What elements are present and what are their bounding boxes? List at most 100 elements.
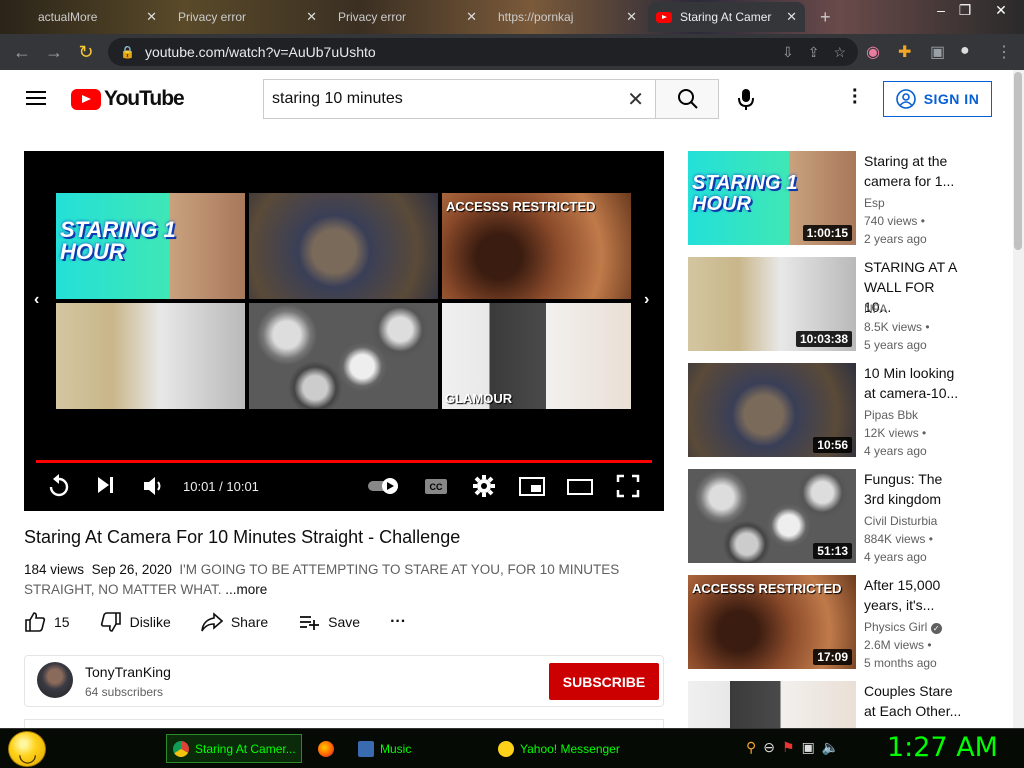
browser-tab[interactable]: https://pornkaj ✕: [490, 2, 645, 32]
browser-tab[interactable]: Privacy error ✕: [170, 2, 325, 32]
endscreen-video-tile[interactable]: GLAMOUR: [442, 303, 631, 409]
progress-bar[interactable]: [36, 460, 652, 463]
like-count: 15: [54, 614, 70, 630]
taskbar-item-music[interactable]: Music: [352, 734, 488, 763]
endscreen-video-tile[interactable]: [56, 303, 245, 409]
rec-channel[interactable]: Civil Disturbia: [864, 514, 937, 528]
like-button[interactable]: 15: [24, 611, 70, 633]
close-icon[interactable]: ✕: [146, 9, 157, 25]
browser-tab[interactable]: actualMore ✕: [30, 2, 165, 32]
settings-more-icon[interactable]: · · ·: [852, 81, 859, 113]
sign-in-button[interactable]: SIGN IN: [883, 81, 992, 117]
subscribe-button[interactable]: SUBSCRIBE: [549, 663, 659, 700]
endscreen-video-tile[interactable]: [249, 303, 438, 409]
taskbar-item-firefox[interactable]: [312, 734, 348, 763]
endscreen-video-tile[interactable]: STARING 1 HOUR: [56, 193, 245, 299]
status-icon[interactable]: ⊖: [763, 739, 775, 756]
profile-icon[interactable]: ●: [960, 42, 970, 60]
recommended-video[interactable]: 10:56 10 Min looking at camera-10... Pip…: [688, 363, 1008, 458]
scrollbar-thumb[interactable]: [1014, 72, 1022, 250]
more-link[interactable]: ...more: [225, 582, 267, 597]
forward-icon[interactable]: →: [38, 42, 70, 63]
video-description[interactable]: 184 views Sep 26, 2020 I'M GOING TO BE A…: [24, 560, 624, 600]
browser-tab-active[interactable]: Staring At Camer ✕: [648, 2, 805, 32]
recommended-video[interactable]: 51:13 Fungus: The 3rd kingdom Civil Dist…: [688, 469, 1008, 564]
extension-flag-icon[interactable]: ◉: [866, 42, 880, 62]
search-icon[interactable]: ⚲: [746, 739, 756, 756]
video-thumbnail[interactable]: 51:13: [688, 469, 856, 563]
close-icon[interactable]: ✕: [786, 9, 797, 25]
search-input[interactable]: staring 10 minutes ✕: [263, 79, 656, 119]
recommended-video[interactable]: STARING 1 HOUR 1:00:15 Staring at the cam…: [688, 151, 1008, 246]
os-taskbar: Staring At Camer... Music Yahoo! Messeng…: [0, 728, 1024, 768]
taskbar-item-yahoo-messenger[interactable]: Yahoo! Messenger: [492, 734, 628, 763]
closed-captions-icon[interactable]: CC: [424, 474, 448, 498]
chevron-left-icon[interactable]: ‹: [34, 291, 39, 309]
rec-channel[interactable]: Esp: [864, 196, 885, 210]
rec-title[interactable]: Staring at the camera for 1...: [864, 151, 964, 191]
microphone-icon[interactable]: [736, 89, 756, 111]
install-icon[interactable]: ⇩: [782, 44, 794, 61]
more-actions-icon[interactable]: ···: [390, 613, 406, 631]
video-thumbnail[interactable]: ACCESSS RESTRICTED 17:09: [688, 575, 856, 669]
video-thumbnail[interactable]: STARING 1 HOUR 1:00:15: [688, 151, 856, 245]
rec-title[interactable]: After 15,000 years, it's...: [864, 575, 964, 615]
recommended-video[interactable]: ACCESSS RESTRICTED 17:09 After 15,000 yea…: [688, 575, 1008, 670]
video-player[interactable]: STARING 1 HOUR ACCESSS RESTRICTED GLAMOU…: [24, 151, 664, 511]
sidepanel-icon[interactable]: ▣: [930, 42, 945, 62]
video-thumbnail[interactable]: [688, 681, 856, 728]
back-icon[interactable]: ←: [6, 42, 38, 63]
save-label: Save: [328, 614, 361, 630]
miniplayer-icon[interactable]: [519, 474, 545, 498]
bookmark-star-icon[interactable]: ☆: [833, 44, 846, 61]
minimize-icon[interactable]: –: [930, 0, 952, 22]
dislike-button[interactable]: Dislike: [100, 611, 171, 633]
rec-title[interactable]: 10 Min looking at camera-10...: [864, 363, 964, 403]
video-thumbnail[interactable]: 10:03:38: [688, 257, 856, 351]
theater-mode-icon[interactable]: [567, 474, 593, 498]
url-field[interactable]: 🔒 youtube.com/watch?v=AuUb7uUshto ⇩ ⇪ ☆: [108, 38, 858, 66]
channel-avatar[interactable]: [37, 662, 73, 698]
browser-tab[interactable]: Privacy error ✕: [330, 2, 485, 32]
recommended-video[interactable]: Couples Stare at Each Other...: [688, 681, 1008, 728]
close-window-icon[interactable]: ✕: [990, 0, 1012, 22]
close-icon[interactable]: ✕: [466, 9, 477, 25]
next-icon[interactable]: [96, 474, 116, 496]
clear-search-icon[interactable]: ✕: [627, 87, 644, 112]
youtube-logo[interactable]: YouTube: [71, 87, 185, 111]
close-icon[interactable]: ✕: [626, 9, 637, 25]
chevron-right-icon[interactable]: ›: [644, 291, 649, 309]
autoplay-toggle[interactable]: [368, 477, 402, 495]
hamburger-menu-icon[interactable]: [26, 91, 46, 105]
search-button[interactable]: [655, 79, 719, 119]
rec-title[interactable]: Fungus: The 3rd kingdom: [864, 469, 964, 509]
replay-icon[interactable]: [48, 474, 70, 498]
close-icon[interactable]: ✕: [306, 9, 317, 25]
reload-icon[interactable]: ↻: [70, 42, 102, 63]
fullscreen-icon[interactable]: [616, 474, 640, 498]
flag-icon[interactable]: ⚑: [782, 739, 795, 756]
rec-channel[interactable]: Physics Girl ✓: [864, 620, 942, 634]
new-tab-button[interactable]: +: [812, 2, 842, 32]
channel-name[interactable]: TonyTranKing: [85, 664, 171, 680]
video-thumbnail[interactable]: 10:56: [688, 363, 856, 457]
rec-channel[interactable]: Pipas Bbk: [864, 408, 918, 422]
speaker-icon[interactable]: 🔈: [822, 739, 839, 756]
rec-channel[interactable]: NFA: [864, 302, 887, 316]
rec-title[interactable]: Couples Stare at Each Other...: [864, 681, 964, 721]
volume-icon[interactable]: [142, 474, 166, 498]
save-button[interactable]: Save: [298, 611, 360, 633]
start-smiley-icon[interactable]: [8, 731, 46, 767]
taskbar-item-chrome[interactable]: Staring At Camer...: [166, 734, 302, 763]
settings-gear-icon[interactable]: [472, 474, 496, 498]
endscreen-video-tile[interactable]: ACCESSS RESTRICTED: [442, 193, 631, 299]
share-button[interactable]: Share: [201, 611, 268, 633]
recommended-video[interactable]: 10:03:38 STARING AT A WALL FOR 10... NFA…: [688, 257, 1008, 352]
endscreen-video-tile[interactable]: [249, 193, 438, 299]
browser-menu-icon[interactable]: ⋮: [996, 42, 1012, 62]
extensions-puzzle-icon[interactable]: ✚: [898, 42, 911, 62]
share-icon[interactable]: ⇪: [808, 44, 820, 61]
publish-date: Sep 26, 2020: [91, 562, 172, 577]
maximize-icon[interactable]: ❐: [954, 0, 976, 22]
network-icon[interactable]: ▣: [802, 739, 815, 756]
